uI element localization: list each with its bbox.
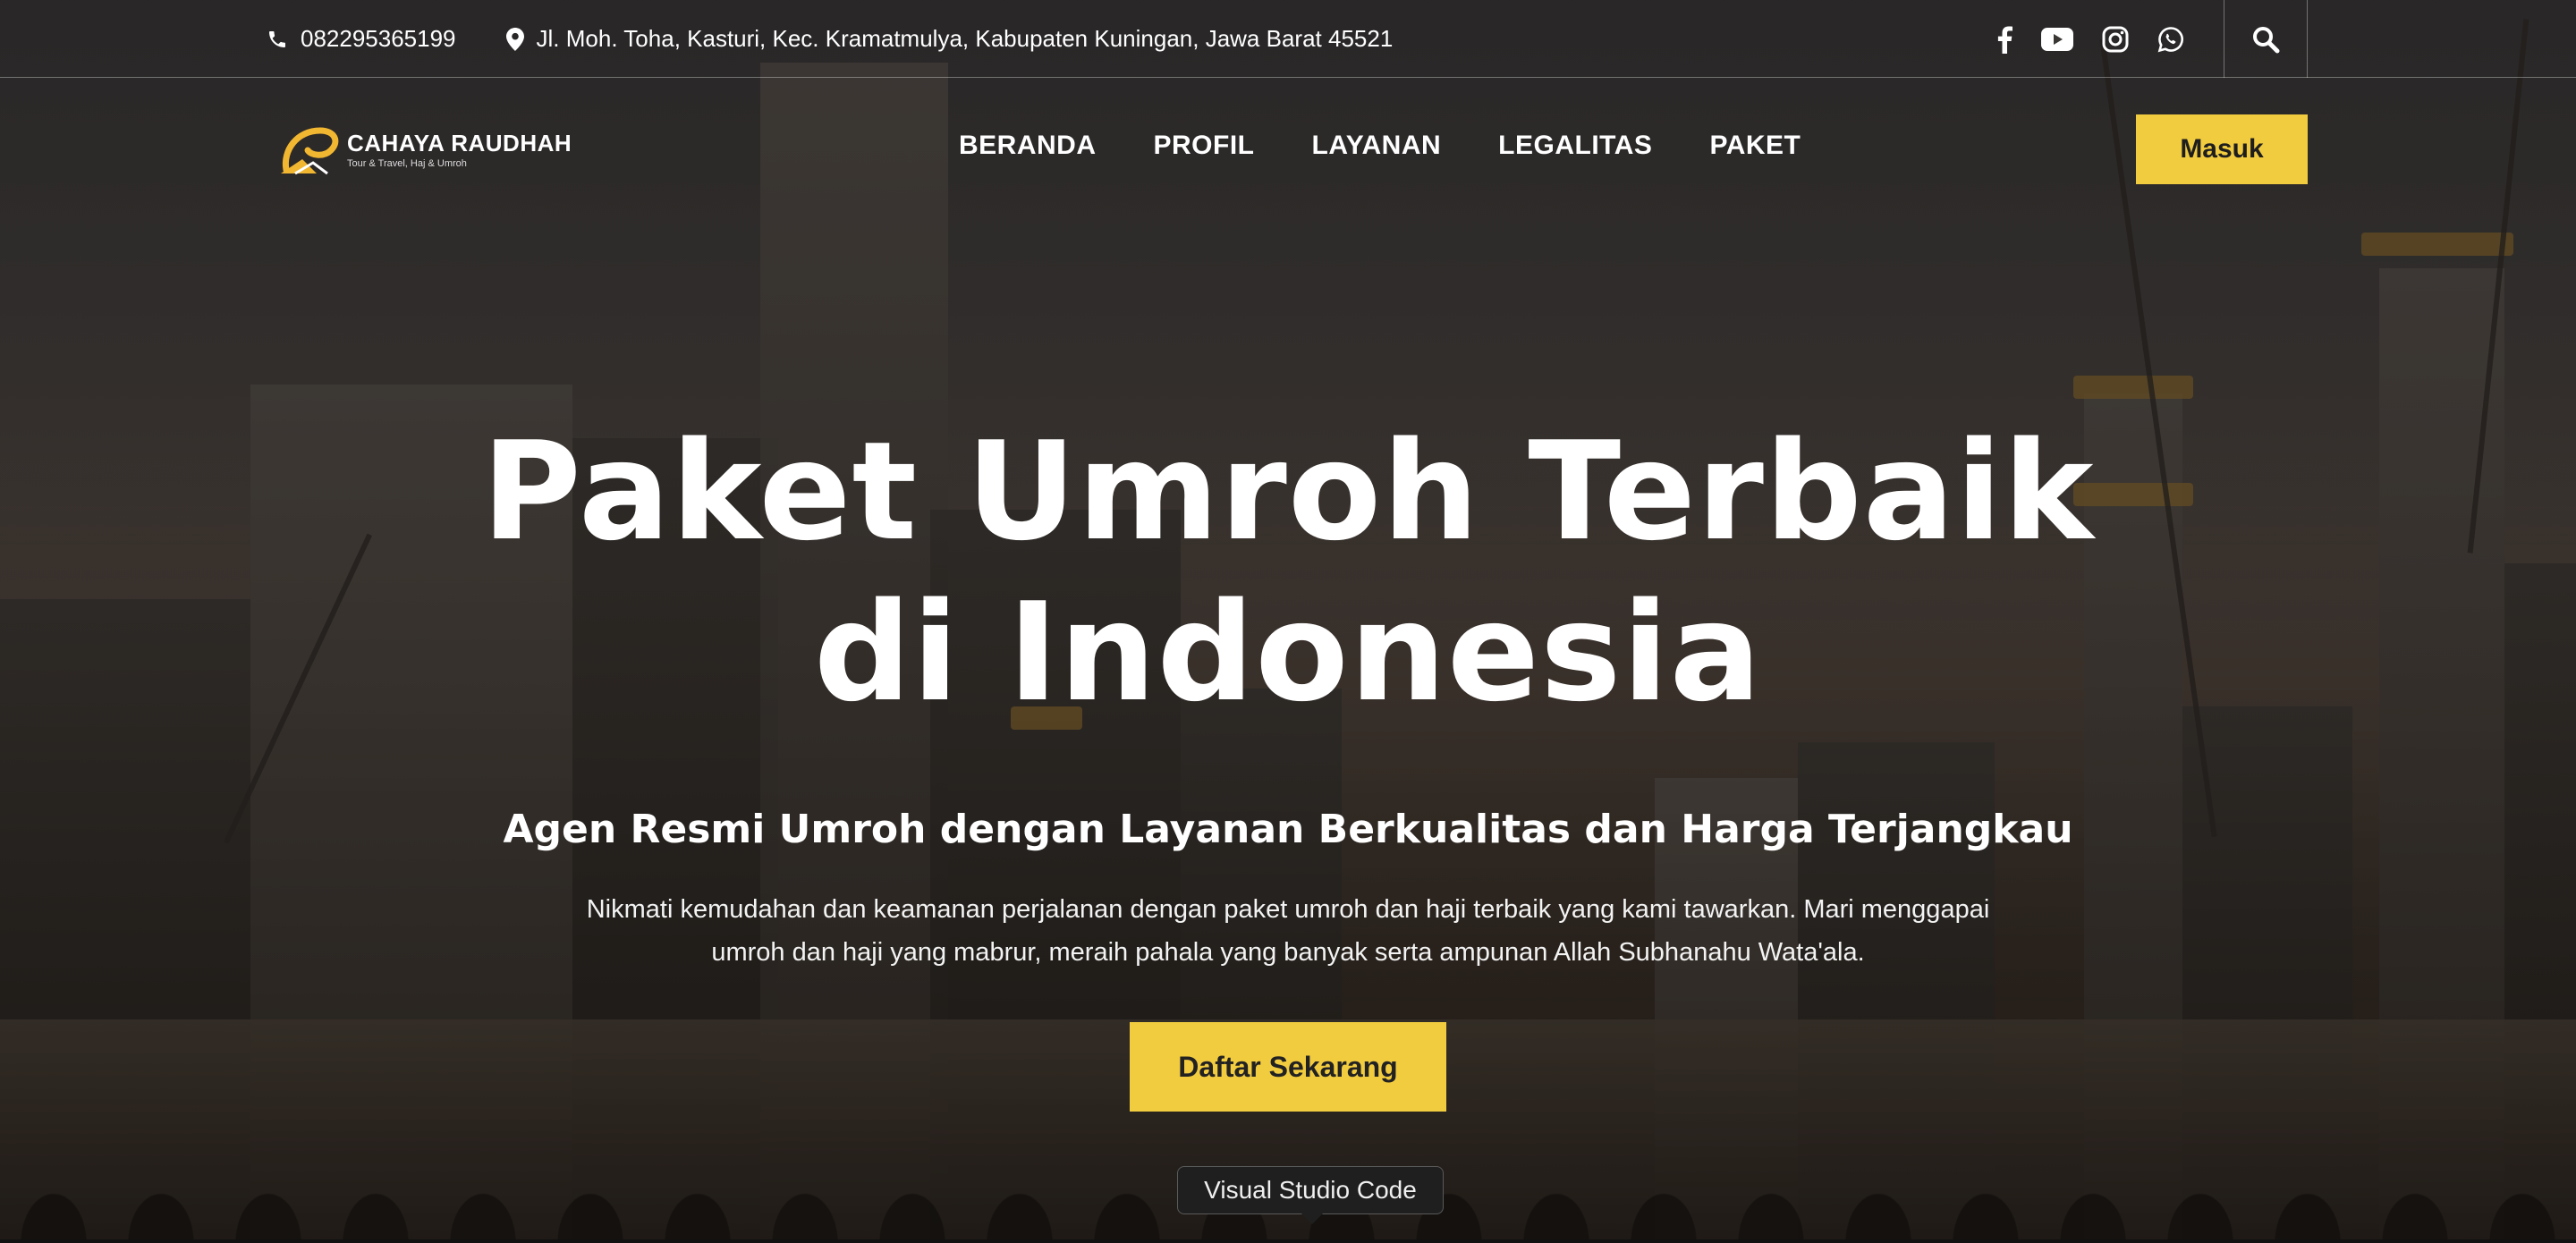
nav-item-profil[interactable]: PROFIL bbox=[1154, 131, 1255, 161]
map-pin-icon bbox=[505, 27, 524, 51]
nav-item-legalitas[interactable]: LEGALITAS bbox=[1498, 131, 1652, 161]
nav-item-paket[interactable]: PAKET bbox=[1709, 131, 1801, 161]
contact-info: 082295365199 Jl. Moh. Toha, Kasturi, Kec… bbox=[267, 0, 1393, 78]
brand-name: CAHAYA RAUDHAH bbox=[347, 130, 572, 156]
phone-contact[interactable]: 082295365199 bbox=[267, 25, 456, 53]
phone-number: 082295365199 bbox=[301, 25, 456, 52]
brand-logo[interactable]: CAHAYA RAUDHAH Tour & Travel, Haj & Umro… bbox=[277, 123, 572, 177]
phone-icon bbox=[267, 29, 288, 50]
login-button[interactable]: Masuk bbox=[2136, 114, 2308, 184]
address-contact[interactable]: Jl. Moh. Toha, Kasturi, Kec. Kramatmulya… bbox=[505, 25, 1394, 53]
hero-title-line-2: di Indonesia bbox=[813, 573, 1763, 731]
nav-item-beranda[interactable]: BERANDA bbox=[959, 131, 1097, 161]
hero-title-line-1: Paket Umroh Terbaik bbox=[481, 412, 2095, 571]
facebook-icon[interactable] bbox=[1996, 25, 2012, 54]
nav-item-layanan[interactable]: LAYANAN bbox=[1312, 131, 1442, 161]
instagram-icon[interactable] bbox=[2102, 26, 2129, 53]
hero-section: Paket Umroh Terbaik di Indonesia Agen Re… bbox=[0, 411, 2576, 974]
logo-emblem-icon bbox=[277, 123, 342, 177]
address-text: Jl. Moh. Toha, Kasturi, Kec. Kramatmulya… bbox=[536, 25, 1394, 52]
search-icon bbox=[2251, 25, 2280, 54]
social-links bbox=[1996, 0, 2184, 78]
brand-tagline: Tour & Travel, Haj & Umroh bbox=[347, 158, 467, 169]
register-now-button[interactable]: Daftar Sekarang bbox=[1130, 1022, 1446, 1112]
whatsapp-icon[interactable] bbox=[2157, 26, 2184, 53]
top-bar: 082295365199 Jl. Moh. Toha, Kasturi, Kec… bbox=[0, 0, 2576, 78]
app-tooltip: Visual Studio Code bbox=[1177, 1166, 1444, 1224]
youtube-icon[interactable] bbox=[2041, 27, 2073, 51]
nav-menu: BERANDA PROFIL LAYANAN LEGALITAS PAKET bbox=[959, 131, 1801, 161]
search-button[interactable] bbox=[2224, 0, 2308, 78]
hero-title: Paket Umroh Terbaik di Indonesia bbox=[0, 411, 2576, 733]
hero-subtitle: Agen Resmi Umroh dengan Layanan Berkuali… bbox=[503, 807, 2073, 852]
main-navigation: CAHAYA RAUDHAH Tour & Travel, Haj & Umro… bbox=[0, 79, 2576, 222]
hero-description: Nikmati kemudahan dan keamanan perjalana… bbox=[586, 895, 1990, 967]
